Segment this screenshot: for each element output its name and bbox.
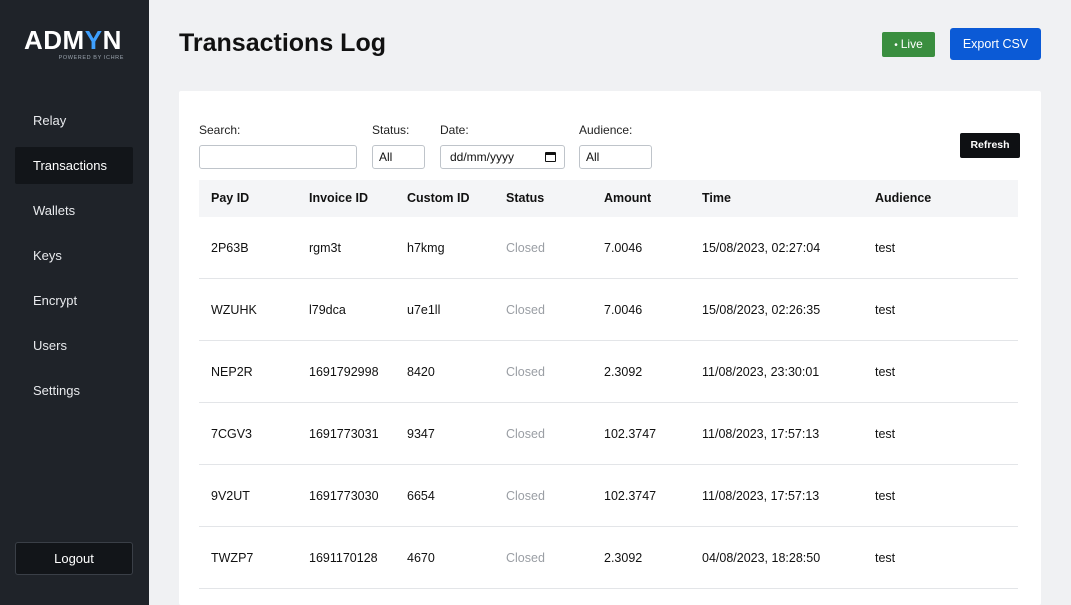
sidebar-item-encrypt[interactable]: Encrypt [15,282,133,319]
brand-name: ADMYN [24,25,122,55]
cell-amount: 7.0046 [604,241,643,255]
sidebar-item-keys[interactable]: Keys [15,237,133,274]
table-row[interactable]: 9V2UT 1691773030 6654 Closed 102.3747 11… [199,465,1018,527]
cell-audience: test [875,241,896,255]
column-header-status[interactable]: Status [506,180,544,217]
calendar-icon[interactable] [545,152,556,162]
cell-custom-id: h7kmg [407,241,445,255]
cell-pay-id: 7CGV3 [211,427,252,441]
cell-time: 15/08/2023, 02:26:35 [702,303,821,317]
audience-label: Audience: [579,123,633,137]
sidebar-item-relay[interactable]: Relay [15,102,133,139]
cell-custom-id: 6654 [407,489,435,503]
sidebar: ADMYN POWERED BY ICHRE Relay Transaction… [0,0,149,605]
cell-custom-id: 4670 [407,551,435,565]
cell-custom-id: 8420 [407,365,435,379]
table-body: 2P63B rgm3t h7kmg Closed 7.0046 15/08/20… [199,217,1018,589]
cell-audience: test [875,365,896,379]
cell-status: Closed [506,303,545,317]
cell-pay-id: 2P63B [211,241,249,255]
export-csv-button[interactable]: Export CSV [950,28,1041,60]
cell-invoice-id: 1691773031 [309,427,379,441]
cell-amount: 102.3747 [604,427,657,441]
live-label: Live [900,37,923,51]
cell-time: 11/08/2023, 17:57:13 [702,489,820,503]
table-row[interactable]: 2P63B rgm3t h7kmg Closed 7.0046 15/08/20… [199,217,1018,279]
status-select[interactable]: All [372,145,425,169]
status-label: Status: [372,123,410,137]
search-label: Search: [199,123,241,137]
cell-custom-id: 9347 [407,427,435,441]
live-status-badge: • Live [882,32,935,57]
table-header: Pay ID Invoice ID Custom ID Status Amoun… [199,180,1018,217]
sidebar-item-settings[interactable]: Settings [15,372,133,409]
page-title: Transactions Log [179,29,386,57]
brand-tagline: POWERED BY ICHRE [58,55,124,61]
date-input[interactable]: dd/mm/yyyy [440,145,565,169]
cell-status: Closed [506,241,545,255]
cell-time: 11/08/2023, 23:30:01 [702,365,820,379]
cell-status: Closed [506,489,545,503]
cell-pay-id: 9V2UT [211,489,250,503]
sidebar-item-users[interactable]: Users [15,327,133,364]
cell-invoice-id: l79dca [309,303,346,317]
cell-invoice-id: 1691170128 [309,551,378,565]
cell-invoice-id: 1691773030 [309,489,379,503]
audience-select[interactable]: All [579,145,652,169]
cell-audience: test [875,489,896,503]
sidebar-item-transactions[interactable]: Transactions [15,147,133,184]
cell-pay-id: NEP2R [211,365,253,379]
cell-amount: 102.3747 [604,489,657,503]
cell-status: Closed [506,427,545,441]
cell-custom-id: u7e1ll [407,303,441,317]
cell-audience: test [875,427,896,441]
cell-invoice-id: rgm3t [309,241,341,255]
table-row[interactable]: WZUHK l79dca u7e1ll Closed 7.0046 15/08/… [199,279,1018,341]
cell-audience: test [875,551,896,565]
cell-pay-id: TWZP7 [211,551,254,565]
table-row[interactable]: NEP2R 1691792998 8420 Closed 2.3092 11/0… [199,341,1018,403]
date-value: dd/mm/yyyy [450,150,515,164]
date-label: Date: [440,123,469,137]
live-dot-icon: • [894,40,898,51]
cell-status: Closed [506,365,545,379]
logout-button[interactable]: Logout [15,542,133,575]
column-header-custom-id[interactable]: Custom ID [407,180,470,217]
column-header-amount[interactable]: Amount [604,180,651,217]
cell-amount: 2.3092 [604,551,643,565]
cell-invoice-id: 1691792998 [309,365,379,379]
sidebar-item-wallets[interactable]: Wallets [15,192,133,229]
cell-pay-id: WZUHK [211,303,257,317]
cell-time: 04/08/2023, 18:28:50 [702,551,821,565]
cell-time: 15/08/2023, 02:27:04 [702,241,821,255]
column-header-time[interactable]: Time [702,180,731,217]
cell-time: 11/08/2023, 17:57:13 [702,427,820,441]
brand-logo[interactable]: ADMYN POWERED BY ICHRE [24,26,128,62]
column-header-invoice-id[interactable]: Invoice ID [309,180,368,217]
app-root: ADMYN POWERED BY ICHRE Relay Transaction… [0,0,1071,605]
cell-amount: 2.3092 [604,365,643,379]
table-row[interactable]: TWZP7 1691170128 4670 Closed 2.3092 04/0… [199,527,1018,589]
transactions-card: Search: Status: All Date: dd/mm/yyyy Aud… [179,91,1041,605]
column-header-audience[interactable]: Audience [875,180,931,217]
search-input[interactable] [199,145,357,169]
table-row[interactable]: 7CGV3 1691773031 9347 Closed 102.3747 11… [199,403,1018,465]
cell-audience: test [875,303,896,317]
cell-amount: 7.0046 [604,303,643,317]
cell-status: Closed [506,551,545,565]
refresh-button[interactable]: Refresh [960,133,1020,158]
column-header-pay-id[interactable]: Pay ID [211,180,249,217]
